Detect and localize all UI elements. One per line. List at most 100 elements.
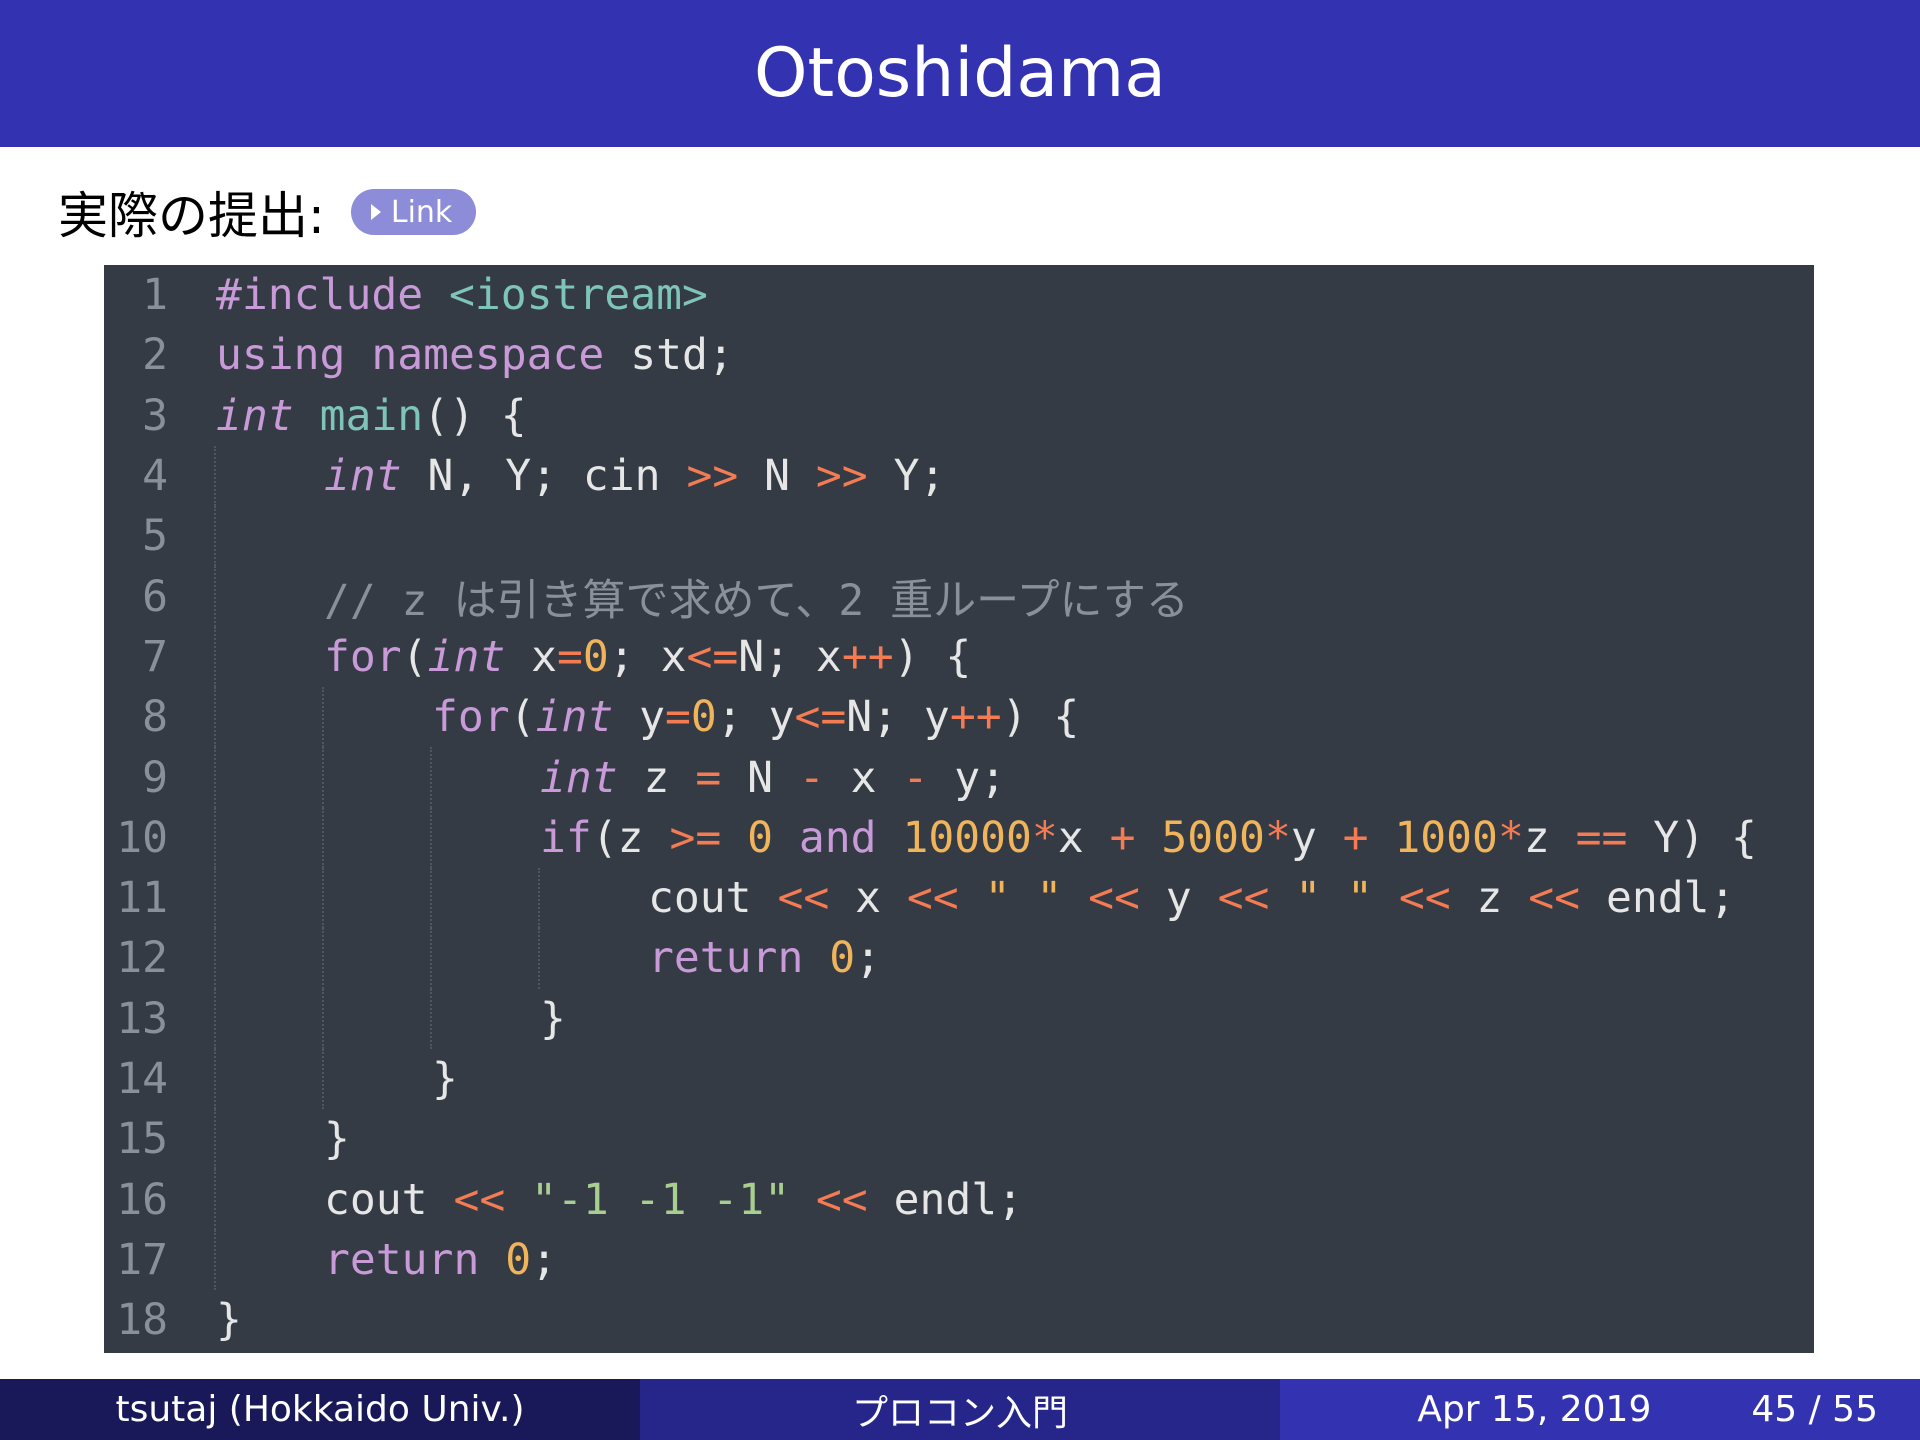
footer-author: tsutaj (Hokkaido Univ.) bbox=[0, 1379, 640, 1440]
code-token: ++ bbox=[841, 631, 894, 682]
code-token: + bbox=[1342, 812, 1369, 863]
code-token: ( bbox=[401, 631, 428, 682]
footer-course: プロコン入門 bbox=[640, 1379, 1280, 1440]
code-token: << bbox=[777, 873, 830, 924]
code-token: endl; bbox=[867, 1174, 1024, 1225]
link-button[interactable]: Link bbox=[350, 189, 477, 235]
code-token: N; y bbox=[846, 692, 950, 743]
code-token: ) { bbox=[893, 631, 972, 682]
code-token: ( bbox=[509, 692, 536, 743]
code-token: * bbox=[1264, 812, 1291, 863]
indent-guide bbox=[322, 747, 324, 808]
code-token: - bbox=[798, 752, 825, 803]
code-token: N bbox=[721, 752, 799, 803]
code-token: cout bbox=[324, 1174, 454, 1225]
line-number: 3 bbox=[142, 390, 168, 441]
code-line: 8 for(int y=0; y<=N; y++) { bbox=[104, 687, 1079, 748]
indent-guide bbox=[322, 928, 324, 989]
code-token: <= bbox=[686, 631, 739, 682]
indent-guide bbox=[538, 928, 540, 989]
footer-page: 45 / 55 bbox=[1751, 1389, 1878, 1430]
indent-guide bbox=[214, 1169, 216, 1230]
indent-guide bbox=[322, 867, 324, 929]
code-token: if bbox=[540, 812, 592, 863]
code-token: ; bbox=[531, 1234, 558, 1285]
code-token: return bbox=[324, 1234, 480, 1285]
code-token: 0 bbox=[690, 692, 717, 743]
code-line: 18} bbox=[104, 1290, 242, 1350]
code-token: N, Y; cin bbox=[401, 451, 687, 502]
code-token: } bbox=[540, 993, 566, 1044]
code-line: 4 int N, Y; cin >> N >> Y; bbox=[104, 445, 945, 507]
line-number: 10 bbox=[116, 812, 168, 863]
indent-guide bbox=[214, 1229, 216, 1291]
code-text: cout << "-1 -1 -1" << endl; bbox=[324, 1175, 1023, 1225]
subtitle-row: 実際の提出: Link bbox=[58, 180, 477, 245]
line-number: 8 bbox=[142, 692, 168, 743]
code-token: N bbox=[738, 451, 816, 502]
indent-guide bbox=[214, 1048, 216, 1110]
code-token: return bbox=[648, 933, 804, 984]
code-line: 17 return 0; bbox=[104, 1229, 557, 1291]
code-token: 0 bbox=[829, 933, 856, 984]
code-text: #include <iostream> bbox=[216, 270, 708, 320]
indent-guide bbox=[214, 445, 216, 507]
code-token: x bbox=[505, 631, 558, 682]
indent-guide bbox=[214, 506, 216, 567]
code-token: ; bbox=[855, 933, 882, 984]
line-number: 9 bbox=[142, 752, 168, 803]
code-token: << bbox=[815, 1174, 868, 1225]
code-token: int bbox=[540, 752, 618, 803]
code-token: z bbox=[1450, 873, 1529, 924]
code-line: 11 cout << x << " " << y << " " << z << e… bbox=[104, 867, 1735, 929]
code-token: <= bbox=[794, 692, 847, 743]
code-text: int N, Y; cin >> N >> Y; bbox=[324, 451, 945, 501]
code-token: ) { bbox=[1001, 692, 1080, 743]
code-token: * bbox=[1497, 812, 1524, 863]
indent-guide bbox=[214, 988, 216, 1049]
code-token: y bbox=[1290, 812, 1343, 863]
indent-guide bbox=[538, 867, 540, 929]
code-token: } bbox=[432, 1054, 458, 1104]
code-line: 3 int main() { bbox=[104, 386, 527, 446]
code-line: 13} bbox=[104, 988, 566, 1049]
code-line: 5 bbox=[104, 506, 216, 567]
code-text: if(z >= 0 and 10000*x + 5000*y + 1000*z … bbox=[540, 813, 1757, 863]
code-token: and bbox=[798, 812, 877, 863]
code-line: 1 #include <iostream> bbox=[104, 265, 708, 325]
code-text: return 0; bbox=[324, 1235, 557, 1285]
code-line: 2 using namespace std; bbox=[104, 325, 734, 385]
code-token: int bbox=[535, 692, 614, 743]
code-token: // z は引き算で求めて、2 重ループにする bbox=[324, 575, 1189, 626]
code-token: () { bbox=[423, 390, 527, 441]
code-token: endl; bbox=[1580, 873, 1736, 924]
code-token: 0 bbox=[747, 812, 774, 863]
code-token: Y) { bbox=[1627, 812, 1757, 863]
code-token: int bbox=[427, 631, 506, 682]
code-lines: 1 #include <iostream> 2 using namespace std… bbox=[104, 265, 1757, 1350]
code-token: "-1 -1 -1" bbox=[531, 1174, 791, 1225]
code-token: >> bbox=[686, 451, 739, 502]
code-token: int bbox=[216, 390, 294, 441]
indent-guide bbox=[214, 807, 216, 868]
code-token: x bbox=[824, 752, 903, 803]
link-label: Link bbox=[390, 194, 453, 230]
code-token: = bbox=[695, 752, 722, 803]
code-token: main bbox=[319, 390, 424, 441]
code-text: } bbox=[540, 994, 566, 1044]
line-number: 2 bbox=[142, 330, 168, 381]
indent-guide bbox=[214, 867, 216, 929]
footer-date: Apr 15, 2019 bbox=[1417, 1389, 1652, 1430]
indent-guide bbox=[430, 807, 432, 868]
code-text: using namespace std; bbox=[216, 330, 734, 380]
code-token: >> bbox=[815, 451, 868, 502]
indent-guide bbox=[214, 687, 216, 748]
code-token: 5000 bbox=[1161, 812, 1265, 863]
code-token: " " bbox=[984, 873, 1063, 924]
code-token: << bbox=[1217, 873, 1270, 924]
